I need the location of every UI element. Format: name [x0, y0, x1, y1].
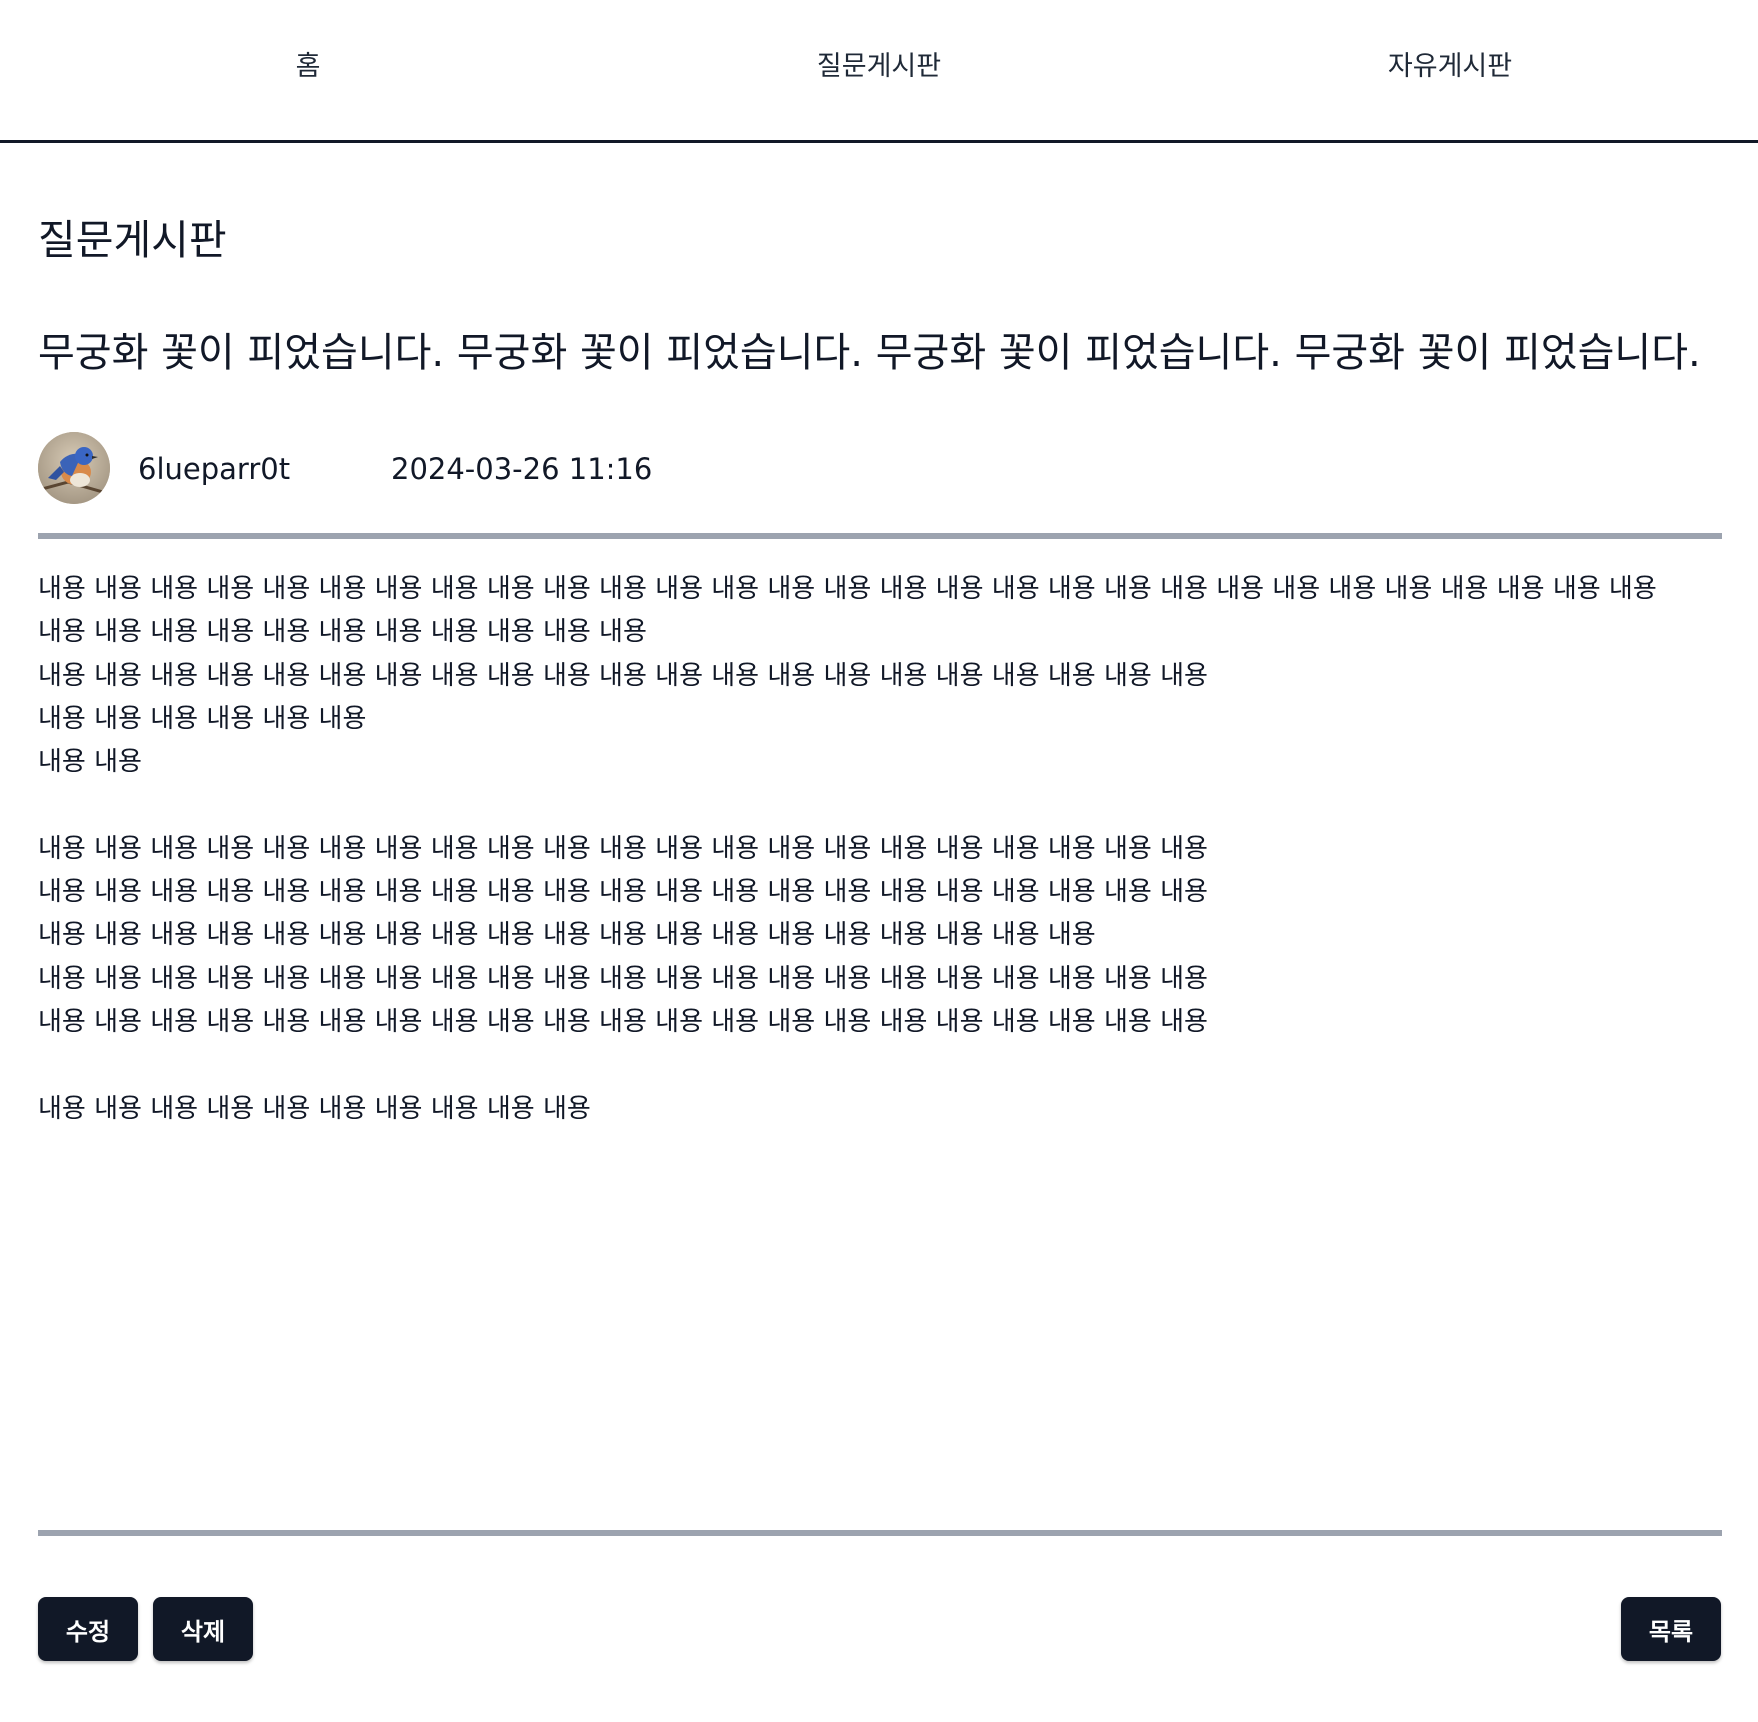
list-button[interactable]: 목록 [1621, 1597, 1721, 1661]
body-line: 내용 내용 내용 내용 내용 내용 내용 내용 내용 내용 [38, 1093, 591, 1124]
board-title: 질문게시판 [38, 216, 227, 264]
body-line-blank [38, 784, 1738, 827]
body-line: 내용 내용 내용 내용 내용 내용 내용 내용 내용 내용 내용 내용 내용 내… [38, 833, 1208, 864]
post-title: 무궁화 꽃이 피었습니다. 무궁화 꽃이 피었습니다. 무궁화 꽃이 피었습니다… [38, 330, 1701, 376]
body-line: 내용 내용 내용 내용 내용 내용 내용 내용 내용 내용 내용 내용 내용 내… [38, 963, 1208, 994]
body-line: 내용 내용 내용 내용 내용 내용 내용 내용 내용 내용 내용 내용 내용 내… [38, 660, 1208, 691]
post-body: 내용 내용 내용 내용 내용 내용 내용 내용 내용 내용 내용 내용 내용 내… [38, 568, 1738, 1131]
content-divider-bottom [38, 1530, 1722, 1536]
bluebird-avatar-icon [38, 432, 110, 504]
author-name[interactable]: 6lueparr0t [138, 452, 290, 486]
nav-link-free-board[interactable]: 자유게시판 [1388, 44, 1512, 83]
delete-button[interactable]: 삭제 [153, 1597, 253, 1661]
body-line: 내용 내용 [38, 747, 142, 778]
post-meta: 6lueparr0t 2024-03-26 11:16 [38, 432, 1038, 506]
body-line: 내용 내용 내용 내용 내용 내용 내용 내용 내용 내용 내용 내용 내용 내… [38, 574, 1657, 604]
content-divider-top [38, 533, 1722, 539]
post-date: 2024-03-26 11:16 [391, 452, 653, 486]
body-line: 내용 내용 내용 내용 내용 내용 내용 내용 내용 내용 내용 내용 내용 내… [38, 920, 1096, 951]
body-line: 내용 내용 내용 내용 내용 내용 내용 내용 내용 내용 내용 내용 내용 내… [38, 1006, 1208, 1037]
avatar [38, 432, 110, 504]
body-line: 내용 내용 내용 내용 내용 내용 [38, 703, 367, 734]
edit-button[interactable]: 수정 [38, 1597, 138, 1661]
body-line: 내용 내용 내용 내용 내용 내용 내용 내용 내용 내용 내용 내용 내용 내… [38, 877, 1208, 908]
body-line: 내용 내용 내용 내용 내용 내용 내용 내용 내용 내용 내용 [38, 617, 647, 648]
nav-link-question-board[interactable]: 질문게시판 [817, 44, 941, 83]
body-line-blank [38, 1044, 1738, 1087]
nav-link-home[interactable]: 홈 [296, 44, 321, 83]
top-navigation: 홈 질문게시판 자유게시판 [0, 0, 1758, 143]
